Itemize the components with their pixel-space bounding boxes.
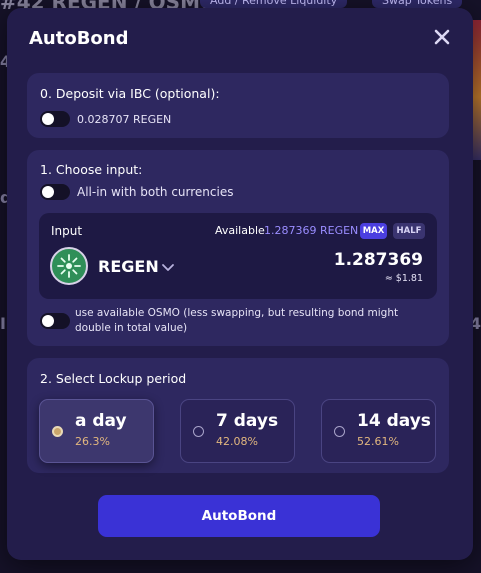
all-in-toggle[interactable] xyxy=(40,184,70,200)
lockup-apr: 52.61% xyxy=(357,435,399,448)
all-in-label: All-in with both currencies xyxy=(77,185,234,199)
input-amount[interactable]: 1.287369 xyxy=(334,250,423,270)
deposit-section-label: 0. Deposit via IBC (optional): xyxy=(40,86,220,101)
lockup-option-14-days[interactable]: 14 days 52.61% xyxy=(321,399,436,463)
available-amount[interactable]: 1.287369 REGEN xyxy=(264,224,358,237)
lockup-apr: 26.3% xyxy=(75,435,110,448)
chevron-down-icon xyxy=(161,260,175,274)
lockup-option-7-days[interactable]: 7 days 42.08% xyxy=(180,399,295,463)
close-button[interactable] xyxy=(431,26,453,48)
max-button[interactable]: MAX xyxy=(360,223,387,239)
deposit-amount-text: 0.028707 REGEN xyxy=(77,113,172,126)
lockup-section: 2. Select Lockup period a day 26.3% 7 da… xyxy=(27,358,449,473)
regen-logo-icon xyxy=(50,247,88,285)
toggle-knob xyxy=(42,186,54,198)
choose-input-section: 1. Choose input: All-in with both curren… xyxy=(27,150,449,346)
toggle-knob xyxy=(42,113,54,125)
use-osmo-toggle[interactable] xyxy=(40,313,70,329)
lockup-duration: 7 days xyxy=(216,411,279,431)
available-label: Available xyxy=(215,224,265,237)
token-selector[interactable]: REGEN xyxy=(50,247,180,287)
radio-unselected-icon xyxy=(334,426,345,437)
input-label: Input xyxy=(51,224,83,238)
input-usd-value: ≈ $1.81 xyxy=(384,273,423,284)
half-button[interactable]: HALF xyxy=(393,223,425,239)
radio-unselected-icon xyxy=(193,426,204,437)
toggle-knob xyxy=(42,315,54,327)
background-fragment: I xyxy=(0,314,6,333)
autobond-modal: AutoBond 0. Deposit via IBC (optional): … xyxy=(7,8,473,560)
autobond-button[interactable]: AutoBond xyxy=(98,495,380,537)
lockup-duration: 14 days xyxy=(357,411,431,431)
modal-title: AutoBond xyxy=(29,28,129,49)
deposit-ibc-toggle[interactable] xyxy=(40,111,70,127)
lockup-section-label: 2. Select Lockup period xyxy=(40,371,187,386)
lockup-option-1-day[interactable]: a day 26.3% xyxy=(39,399,154,463)
input-box: Input Available 1.287369 REGEN MAX HALF xyxy=(39,213,437,299)
token-name: REGEN xyxy=(98,257,159,276)
tab-add-remove-liquidity[interactable]: Add / Remove Liquidity xyxy=(200,0,348,8)
deposit-section: 0. Deposit via IBC (optional): 0.028707 … xyxy=(27,73,449,138)
lockup-duration: a day xyxy=(75,411,127,431)
lockup-apr: 42.08% xyxy=(216,435,258,448)
close-icon xyxy=(434,29,450,45)
tab-swap-tokens[interactable]: Swap Tokens xyxy=(372,0,463,8)
use-osmo-label: use available OSMO (less swapping, but r… xyxy=(75,307,399,334)
choose-input-label: 1. Choose input: xyxy=(40,162,143,177)
radio-selected-icon xyxy=(52,426,63,437)
